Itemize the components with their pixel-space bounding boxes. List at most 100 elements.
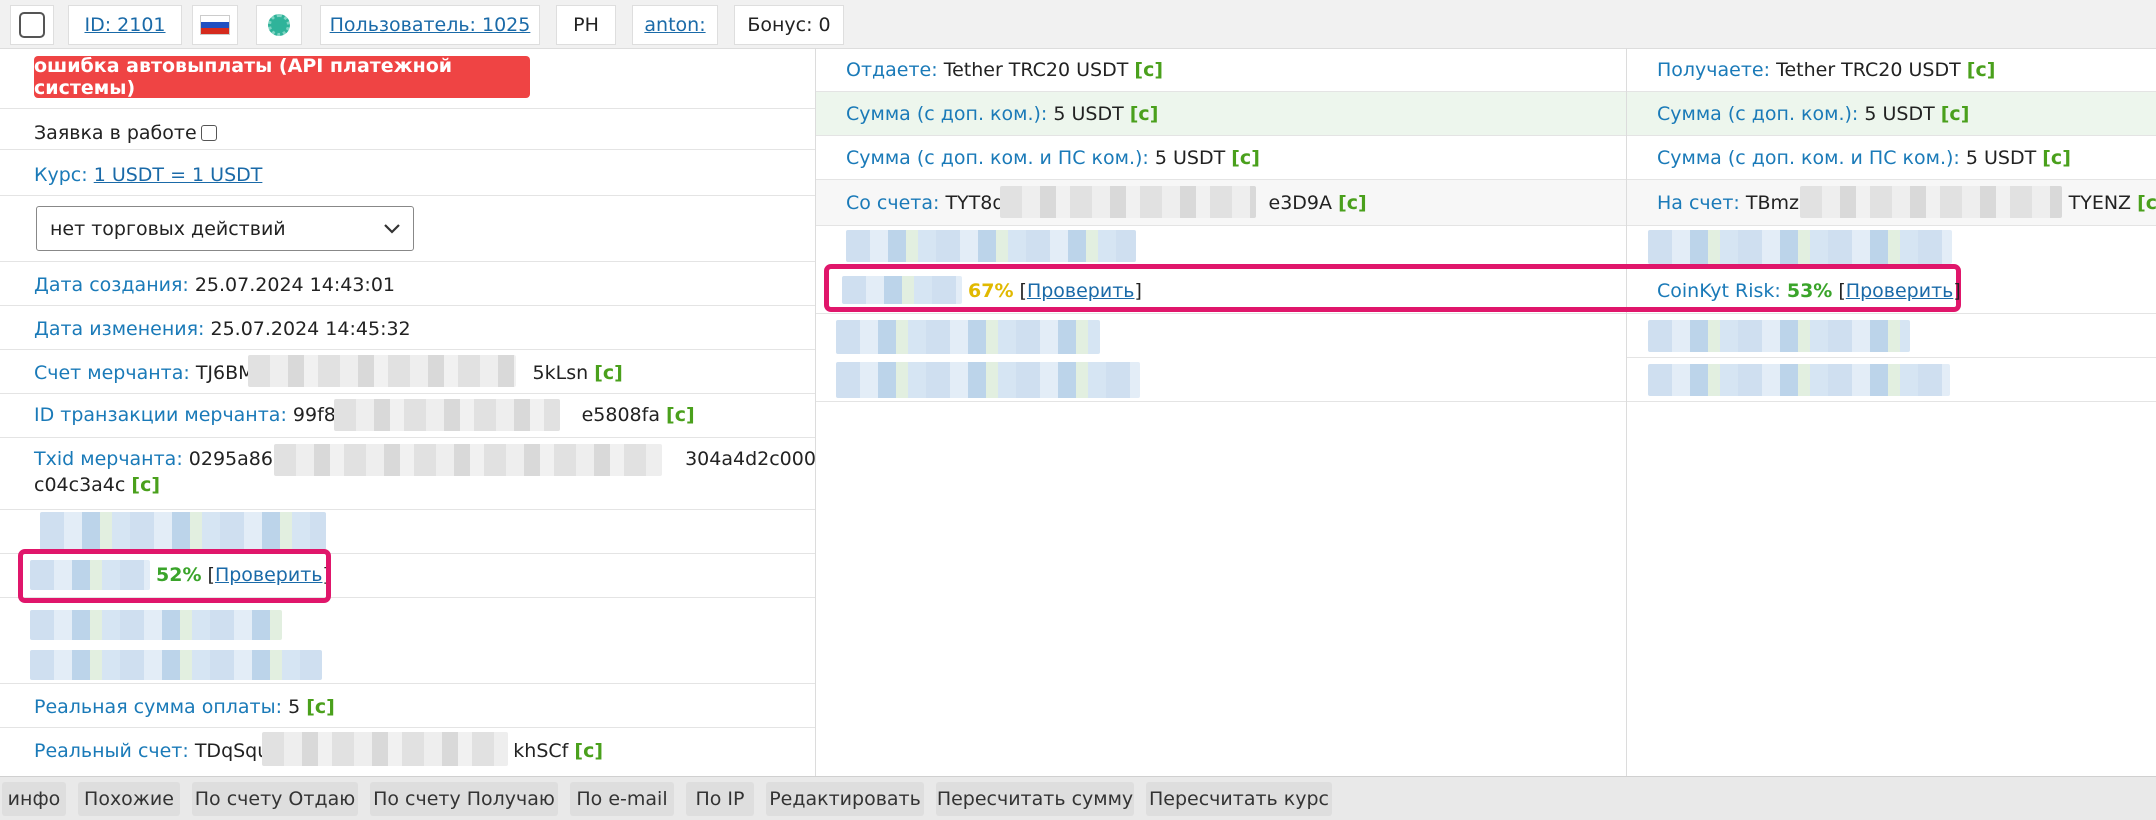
copy-button[interactable]: [c]: [1941, 103, 1970, 125]
give-value: Tether TRC20 USDT: [943, 59, 1129, 81]
changed-row: Дата изменения: 25.07.2024 14:45:32: [0, 306, 815, 350]
changed-value: 25.07.2024 14:45:32: [210, 318, 411, 340]
in-work-checkbox[interactable]: [200, 125, 217, 141]
id-cell: ID: 2101: [68, 5, 182, 45]
copy-button[interactable]: [c]: [2042, 147, 2071, 169]
give-row: Отдаете: Tether TRC20 USDT [c]: [816, 48, 1626, 92]
trade-action-value: нет торговых действий: [50, 218, 286, 240]
real-sum-row: Реальная сумма оплаты: 5 [c]: [0, 684, 815, 728]
by-get-account-button[interactable]: По счету Получаю: [370, 782, 558, 816]
to-account-label: На счет:: [1657, 192, 1740, 214]
get-sum-ps-label: Сумма (с доп. ком. и ПС ком.):: [1657, 147, 1960, 169]
real-sum-value: 5: [288, 696, 301, 718]
changed-label: Дата изменения:: [34, 318, 205, 340]
give-sum-value: 5 USDT: [1053, 103, 1124, 125]
user-link[interactable]: Пользователь: 1025: [330, 14, 531, 36]
redacted-area: [1648, 364, 1950, 396]
redacted-area: [248, 355, 516, 387]
edit-button[interactable]: Редактировать: [766, 782, 924, 816]
operator-cell: anton:: [632, 5, 718, 45]
status-badge-icon: [268, 14, 290, 36]
info-button[interactable]: инфо: [2, 782, 66, 816]
redacted-area: [846, 230, 1136, 262]
give-sum-ps-value: 5 USDT: [1154, 147, 1226, 169]
risk-highlight-box: [18, 549, 331, 603]
copy-button[interactable]: [c]: [1967, 59, 1996, 81]
coinkyt-risk-row: CoinKyt Risk: 53% [Проверить]: [1627, 270, 2156, 314]
get-value: Tether TRC20 USDT: [1776, 59, 1961, 81]
in-work-row: Заявка в работе: [0, 108, 815, 150]
real-sum-label: Реальная сумма оплаты:: [34, 696, 283, 718]
status-cell: [256, 5, 302, 45]
merchant-tx-label: ID транзакции мерчанта:: [34, 404, 287, 426]
similar-button[interactable]: Похожие: [78, 782, 180, 816]
recalc-rate-button[interactable]: Пересчитать курс: [1146, 782, 1332, 816]
redacted-area: [40, 512, 326, 550]
redacted-area: [836, 362, 1140, 398]
get-row: Получаете: Tether TRC20 USDT [c]: [1627, 48, 2156, 92]
copy-button[interactable]: [c]: [2137, 192, 2156, 214]
coinkyt-risk-label: CoinKyt Risk:: [1657, 280, 1781, 302]
copy-button[interactable]: [c]: [574, 740, 603, 762]
copy-button[interactable]: [c]: [1231, 147, 1260, 169]
redacted-area: [262, 732, 508, 766]
copy-button[interactable]: [c]: [306, 696, 335, 718]
ph-label: PH: [573, 14, 599, 36]
get-sum-value: 5 USDT: [1864, 103, 1935, 125]
give-label: Отдаете:: [846, 59, 938, 81]
ph-cell: PH: [556, 5, 616, 45]
give-sum-label: Сумма (с доп. ком.):: [846, 103, 1048, 125]
select-checkbox[interactable]: [19, 12, 45, 38]
from-account-end: e3D9A: [1268, 192, 1333, 214]
merchant-account-end: 5kLsn: [532, 362, 589, 384]
by-ip-button[interactable]: По IP: [686, 782, 754, 816]
by-give-account-button[interactable]: По счету Отдаю: [192, 782, 358, 816]
merchant-tx-end: e5808fa: [581, 404, 660, 426]
redacted-area: [30, 610, 282, 640]
copy-button[interactable]: [c]: [1130, 103, 1159, 125]
chevron-down-icon: [384, 224, 400, 234]
rate-label: Курс:: [34, 164, 88, 186]
from-account-label: Со счета:: [846, 192, 940, 214]
created-row: Дата создания: 25.07.2024 14:43:01: [0, 262, 815, 306]
rate-link[interactable]: 1 USDT = 1 USDT: [94, 164, 263, 186]
created-label: Дата создания:: [34, 274, 189, 296]
by-email-button[interactable]: По e-mail: [570, 782, 674, 816]
real-account-label: Реальный счет:: [34, 740, 189, 762]
copy-button[interactable]: [c]: [1338, 192, 1367, 214]
user-cell: Пользователь: 1025: [320, 5, 540, 45]
get-sum-row: Сумма (с доп. ком.): 5 USDT [c]: [1627, 92, 2156, 136]
flag-cell: [192, 5, 238, 45]
bonus-label: Бонус: 0: [747, 14, 831, 36]
recalc-sum-button[interactable]: Пересчитать сумму: [936, 782, 1134, 816]
copy-button[interactable]: [c]: [666, 404, 695, 426]
in-work-label: Заявка в работе: [34, 122, 197, 144]
redacted-area: [334, 399, 560, 431]
redacted-area: [274, 444, 662, 476]
bonus-cell: Бонус: 0: [734, 5, 844, 45]
coinkyt-risk-percent: 53%: [1786, 280, 1833, 302]
redacted-area: [1000, 186, 1256, 218]
give-sum-ps-label: Сумма (с доп. ком. и ПС ком.):: [846, 147, 1149, 169]
get-sum-ps-value: 5 USDT: [1965, 147, 2037, 169]
txid-label: Txid мерчанта:: [34, 448, 183, 470]
to-account-end: TYENZ: [2068, 192, 2132, 214]
autopayout-error-button[interactable]: ошибка автовыплаты (API платежной систем…: [34, 55, 530, 99]
operator-link[interactable]: anton:: [644, 14, 705, 36]
copy-button[interactable]: [c]: [131, 474, 160, 496]
get-sum-label: Сумма (с доп. ком.):: [1657, 103, 1859, 125]
merchant-account-label: Счет мерчанта:: [34, 362, 190, 384]
copy-button[interactable]: [c]: [594, 362, 623, 384]
copy-button[interactable]: [c]: [1134, 59, 1163, 81]
get-sum-ps-row: Сумма (с доп. ком. и ПС ком.): 5 USDT [c…: [1627, 136, 2156, 180]
redacted-area: [1648, 230, 1952, 264]
order-id-link[interactable]: ID: 2101: [84, 14, 165, 36]
coinkyt-check-link[interactable]: Проверить: [1846, 280, 1954, 302]
trade-action-select[interactable]: нет торговых действий: [36, 206, 414, 251]
rate-row: Курс: 1 USDT = 1 USDT: [0, 150, 815, 196]
txid-line2: c04c3a4c: [34, 474, 126, 496]
redacted-area: [30, 650, 322, 680]
redacted-area: [1648, 320, 1910, 352]
txid-end: 304a4d2c000: [685, 448, 816, 470]
redacted-area: [1800, 186, 2062, 218]
